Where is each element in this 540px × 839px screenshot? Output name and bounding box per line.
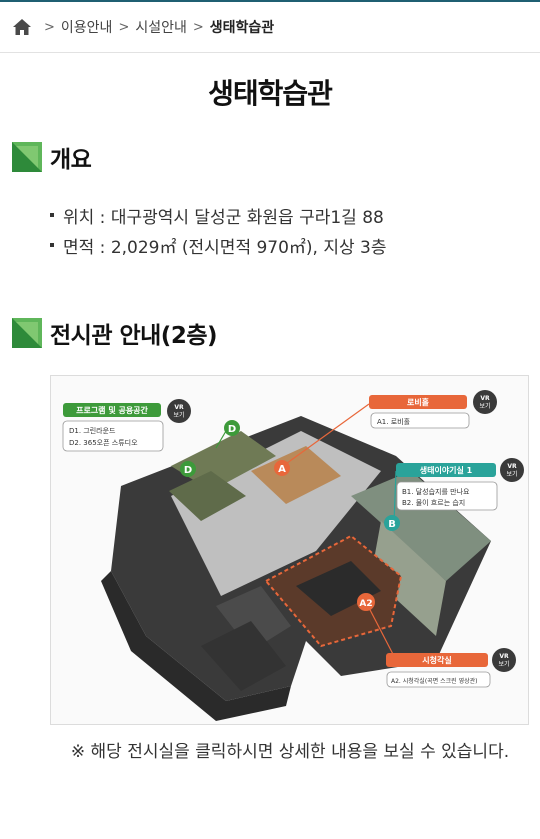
vr-button-theater[interactable]: VR 보기 — [492, 648, 516, 672]
lobby-line: A1. 로비홀 — [377, 417, 411, 426]
marker-a1[interactable]: A — [274, 460, 290, 476]
top-accent-line — [0, 0, 540, 2]
overview-list: 위치 : 대구광역시 달성군 화원읍 구라1길 88 면적 : 2,029㎡ (… — [50, 200, 387, 260]
vr-label: 보기 — [479, 402, 490, 410]
section-leaf-icon — [12, 318, 42, 348]
vr-label: VR — [507, 463, 517, 470]
breadcrumb: > 이용안내 > 시설안내 > 생태학습관 — [12, 14, 274, 40]
program-line: D1. 그린라운드 — [69, 426, 116, 435]
marker-label: A — [278, 464, 286, 475]
vr-label: 보기 — [498, 660, 509, 668]
ecostory-title: 생태이야기실 1 — [420, 465, 473, 475]
vr-label: 보기 — [506, 470, 517, 478]
breadcrumb-item-facility[interactable]: 시설안내 — [135, 17, 187, 37]
vr-label: VR — [480, 395, 490, 402]
area-text: 면적 : 2,029㎡ (전시면적 970㎡), 지상 3층 — [63, 237, 387, 258]
section-exhibit-header: 전시관 안내(2층) — [12, 316, 218, 350]
ecostory-line: B2. 물이 흐르는 습지 — [402, 498, 465, 507]
header-divider — [0, 52, 540, 53]
marker-d1[interactable]: D — [224, 420, 240, 436]
breadcrumb-current: 생태학습관 — [209, 20, 275, 36]
program-line: D2. 365오픈 스튜디오 — [69, 438, 138, 447]
vr-label: VR — [174, 404, 184, 411]
marker-a2[interactable]: A2 — [357, 593, 375, 611]
vr-label: 보기 — [173, 411, 184, 419]
theater-title: 시청각실 — [422, 655, 451, 665]
marker-label: A2 — [359, 599, 372, 609]
breadcrumb-item-usage[interactable]: 이용안내 — [61, 17, 113, 37]
lobby-card[interactable]: 로비홀 A1. 로비홀 VR 보기 — [369, 390, 497, 429]
list-item: 위치 : 대구광역시 달성군 화원읍 구라1길 88 — [50, 200, 387, 230]
chevron-right-icon: > — [118, 19, 130, 35]
marker-b[interactable]: B — [384, 515, 400, 531]
ecostory-card[interactable]: 생태이야기실 1 B1. 달성습지를 만나요 B2. 물이 흐르는 습지 VR … — [396, 458, 524, 511]
vr-button-lobby[interactable]: VR 보기 — [473, 390, 497, 414]
bullet-icon — [50, 213, 54, 217]
location-text: 위치 : 대구광역시 달성군 화원읍 구라1길 88 — [63, 207, 384, 228]
bullet-icon — [50, 243, 54, 247]
marker-label: B — [388, 519, 396, 530]
theater-card[interactable]: 시청각실 A2. 시청각실(곡면 스크린 영상관) VR 보기 — [386, 648, 516, 688]
program-card[interactable]: 프로그램 및 공용공간 D1. 그린라운드 D2. 365오픈 스튜디오 VR … — [62, 399, 191, 452]
ecostory-line: B1. 달성습지를 만나요 — [402, 487, 470, 496]
floor-map: D D A B A2 프로그램 및 공용공간 D1. 그린라운드 D2. 365… — [50, 375, 529, 725]
home-icon[interactable] — [12, 18, 32, 36]
vr-button-program[interactable]: VR 보기 — [167, 399, 191, 423]
chevron-right-icon: > — [192, 19, 204, 35]
page-title: 생태학습관 — [208, 77, 333, 110]
vr-button-ecostory[interactable]: VR 보기 — [500, 458, 524, 482]
marker-label: D — [184, 465, 192, 476]
chevron-right-icon: > — [44, 19, 55, 35]
program-title: 프로그램 및 공용공간 — [76, 405, 148, 415]
list-item: 면적 : 2,029㎡ (전시면적 970㎡), 지상 3층 — [50, 230, 387, 260]
section-overview-header: 개요 — [12, 140, 92, 174]
vr-label: VR — [499, 653, 509, 660]
section-exhibit-title: 전시관 안내(2층) — [50, 323, 218, 349]
click-notice: ※ 해당 전시실을 클릭하시면 상세한 내용을 보실 수 있습니다. — [70, 742, 510, 762]
theater-line: A2. 시청각실(곡면 스크린 영상관) — [391, 677, 477, 685]
marker-label: D — [228, 424, 236, 435]
marker-d2[interactable]: D — [180, 461, 196, 477]
section-overview-title: 개요 — [50, 147, 92, 173]
section-leaf-icon — [12, 142, 42, 172]
lobby-title: 로비홀 — [407, 397, 430, 407]
